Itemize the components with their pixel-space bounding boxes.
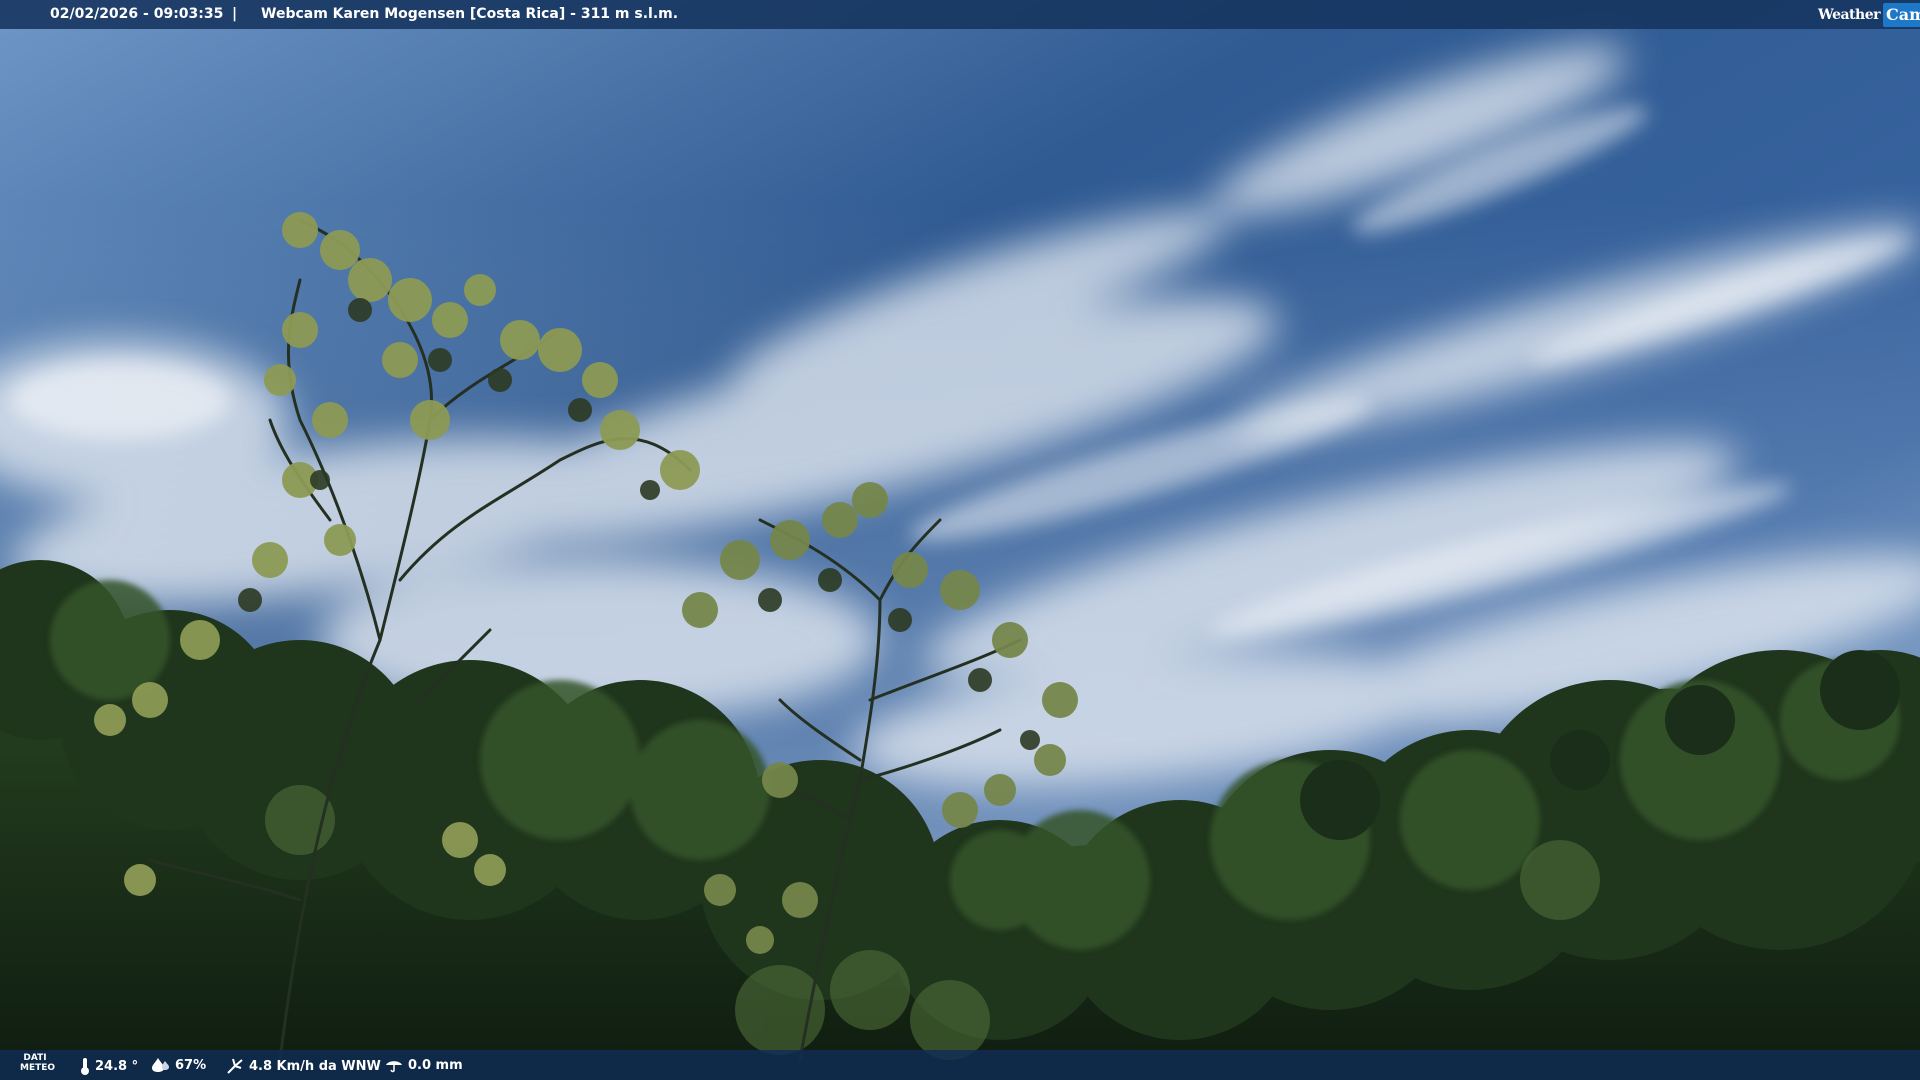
weathercam-logo: Weather Cam xyxy=(1816,0,1920,29)
webcam-image xyxy=(0,0,1920,1080)
top-overlay-bar: 02/02/2026 - 09:03:35 | Webcam Karen Mog… xyxy=(0,0,1920,29)
weather-label-line2: METEO xyxy=(20,1063,56,1073)
rain-value: 0.0 mm xyxy=(408,1057,463,1073)
rain-reading: 0.0 mm xyxy=(385,1057,463,1073)
logo-weather-text: Weather xyxy=(1818,6,1881,23)
wind-icon xyxy=(227,1058,243,1074)
wind-value: 4.8 Km/h da WNW xyxy=(249,1058,381,1074)
webcam-title: Webcam Karen Mogensen [Costa Rica] - 311… xyxy=(261,6,679,22)
webcam-frame: 02/02/2026 - 09:03:35 | Webcam Karen Mog… xyxy=(0,0,1920,1080)
weather-data-label: DATI METEO xyxy=(20,1053,56,1073)
title-separator: | xyxy=(232,6,238,22)
humidity-icon xyxy=(152,1058,169,1072)
logo-cam-text: Cam xyxy=(1883,2,1920,27)
humidity-value: 67% xyxy=(175,1057,207,1073)
temperature-reading: 24.8 ° xyxy=(80,1057,138,1075)
humidity-reading: 67% xyxy=(152,1057,206,1073)
weather-data-bar: DATI METEO 24.8 ° 67% 4.8 Km/h da WNW 0.… xyxy=(0,1050,1920,1080)
thermometer-icon xyxy=(81,1058,89,1075)
wind-reading: 4.8 Km/h da WNW xyxy=(226,1057,381,1075)
weather-label-line1: DATI xyxy=(23,1053,47,1063)
timestamp: 02/02/2026 - 09:03:35 xyxy=(50,6,224,22)
rain-icon xyxy=(386,1061,402,1073)
temperature-value: 24.8 ° xyxy=(95,1058,139,1074)
